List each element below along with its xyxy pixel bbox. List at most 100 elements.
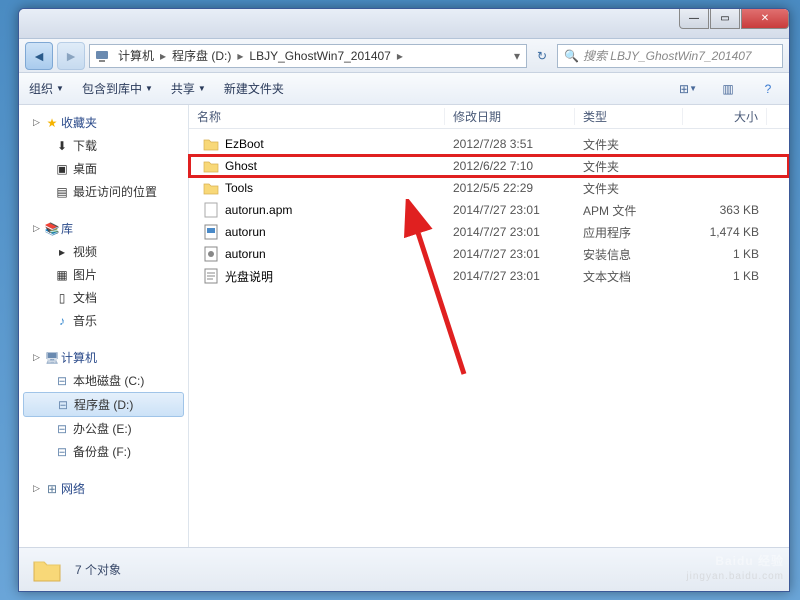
file-row[interactable]: EzBoot 2012/7/28 3:51文件夹 [189,133,789,155]
desktop-icon: ▣ [53,162,71,176]
music-icon: ♪ [53,314,71,328]
file-type: 文件夹 [575,180,683,197]
file-name: Tools [225,181,253,195]
sidebar-computer[interactable]: ▷🖥计算机 [19,346,188,369]
file-date: 2012/7/28 3:51 [445,137,575,151]
chevron-down-icon: ▼ [56,84,64,93]
titlebar[interactable]: — ▭ ✕ [19,9,789,39]
computer-icon [94,48,110,64]
column-type[interactable]: 类型 [575,108,683,125]
file-list: 名称 修改日期 类型 大小 EzBoot2012/7/28 3:51文件夹Gho… [189,105,789,547]
disk-icon: ⊟ [53,422,71,436]
sidebar-favorites[interactable]: ▷★收藏夹 [19,111,188,134]
chevron-right-icon: ▸ [158,49,168,63]
chevron-down-icon: ▼ [145,84,153,93]
content-area: ▷★收藏夹 ⬇下载 ▣桌面 ▤最近访问的位置 ▷📚库 ▸视频 ▦图片 ▯文档 ♪… [19,105,789,547]
refresh-button[interactable]: ↻ [531,49,553,63]
sidebar: ▷★收藏夹 ⬇下载 ▣桌面 ▤最近访问的位置 ▷📚库 ▸视频 ▦图片 ▯文档 ♪… [19,105,189,547]
file-rows: EzBoot2012/7/28 3:51文件夹Ghost2012/6/22 7:… [189,129,789,547]
file-row[interactable]: Tools 2012/5/5 22:29文件夹 [189,177,789,199]
sidebar-item-pictures[interactable]: ▦图片 [19,263,188,286]
file-type: 安装信息 [575,246,683,263]
file-name: autorun [225,225,266,239]
breadcrumb-part[interactable]: LBJY_GhostWin7_201407 [245,49,394,63]
folder-icon [203,136,219,152]
watermark: Baidu 经验 jingyan.baidu.com [686,545,784,582]
sidebar-item-recent[interactable]: ▤最近访问的位置 [19,180,188,203]
file-date: 2012/5/5 22:29 [445,181,575,195]
dropdown-icon[interactable]: ▾ [512,49,522,63]
organize-menu[interactable]: 组织 ▼ [29,80,64,97]
picture-icon: ▦ [53,268,71,282]
file-name: autorun [225,247,266,261]
disk-icon: ⊟ [54,398,72,412]
file-row[interactable]: 光盘说明2014/7/27 23:01文本文档1 KB [189,265,789,287]
recent-icon: ▤ [53,185,71,199]
sidebar-item-downloads[interactable]: ⬇下载 [19,134,188,157]
maximize-button[interactable]: ▭ [710,9,740,29]
preview-pane-button[interactable]: ▥ [717,79,739,99]
file-size: 1,474 KB [683,225,767,239]
file-date: 2012/6/22 7:10 [445,159,575,173]
download-icon: ⬇ [53,139,71,153]
sidebar-item-disk-f[interactable]: ⊟备份盘 (F:) [19,440,188,463]
sidebar-item-desktop[interactable]: ▣桌面 [19,157,188,180]
chevron-right-icon: ▸ [395,49,405,63]
search-placeholder: 搜索 LBJY_GhostWin7_201407 [583,47,752,64]
file-size: 1 KB [683,269,767,283]
file-date: 2014/7/27 23:01 [445,247,575,261]
sidebar-item-disk-e[interactable]: ⊟办公盘 (E:) [19,417,188,440]
folder-icon [203,158,219,174]
include-menu[interactable]: 包含到库中 ▼ [82,80,153,97]
minimize-button[interactable]: — [679,9,709,29]
search-input[interactable]: 🔍 搜索 LBJY_GhostWin7_201407 [557,44,783,68]
newfolder-button[interactable]: 新建文件夹 [224,80,284,97]
close-button[interactable]: ✕ [741,9,789,29]
star-icon: ★ [43,116,61,130]
breadcrumb[interactable]: 计算机▸ 程序盘 (D:)▸ LBJY_GhostWin7_201407▸ ▾ [89,44,527,68]
file-icon [203,268,219,284]
computer-icon: 🖥 [43,351,61,365]
column-headers: 名称 修改日期 类型 大小 [189,105,789,129]
sidebar-item-documents[interactable]: ▯文档 [19,286,188,309]
help-button[interactable]: ? [757,79,779,99]
file-date: 2014/7/27 23:01 [445,225,575,239]
status-count: 7 个对象 [75,561,121,578]
column-size[interactable]: 大小 [683,108,767,125]
file-icon [203,246,219,262]
breadcrumb-part[interactable]: 计算机 [114,47,158,64]
file-type: 文件夹 [575,136,683,153]
library-icon: 📚 [43,222,61,236]
column-name[interactable]: 名称 [189,108,445,125]
back-button[interactable]: ◄ [25,42,53,70]
file-name: EzBoot [225,137,264,151]
disk-icon: ⊟ [53,445,71,459]
network-icon: ⊞ [43,482,61,496]
toolbar: 组织 ▼ 包含到库中 ▼ 共享 ▼ 新建文件夹 ⊞ ▼ ▥ ? [19,73,789,105]
file-row[interactable]: Ghost2012/6/22 7:10文件夹 [189,155,789,177]
chevron-right-icon: ▸ [235,49,245,63]
folder-icon [31,554,63,586]
column-date[interactable]: 修改日期 [445,108,575,125]
navbar: ◄ ► 计算机▸ 程序盘 (D:)▸ LBJY_GhostWin7_201407… [19,39,789,73]
file-row[interactable]: autorun2014/7/27 23:01应用程序1,474 KB [189,221,789,243]
file-size: 363 KB [683,203,767,217]
sidebar-network[interactable]: ▷⊞网络 [19,477,188,500]
folder-icon [203,180,219,196]
view-button[interactable]: ⊞ ▼ [677,79,699,99]
disk-icon: ⊟ [53,374,71,388]
sidebar-item-disk-d[interactable]: ⊟程序盘 (D:) [23,392,184,417]
chevron-down-icon: ▼ [198,84,206,93]
file-row[interactable]: autorun.apm2014/7/27 23:01APM 文件363 KB [189,199,789,221]
sidebar-item-music[interactable]: ♪音乐 [19,309,188,332]
sidebar-libraries[interactable]: ▷📚库 [19,217,188,240]
forward-button[interactable]: ► [57,42,85,70]
breadcrumb-part[interactable]: 程序盘 (D:) [168,47,235,64]
file-name: autorun.apm [225,203,292,217]
file-row[interactable]: autorun 2014/7/27 23:01安装信息1 KB [189,243,789,265]
sidebar-item-disk-c[interactable]: ⊟本地磁盘 (C:) [19,369,188,392]
share-menu[interactable]: 共享 ▼ [171,80,206,97]
video-icon: ▸ [53,245,71,259]
file-size: 1 KB [683,247,767,261]
sidebar-item-videos[interactable]: ▸视频 [19,240,188,263]
